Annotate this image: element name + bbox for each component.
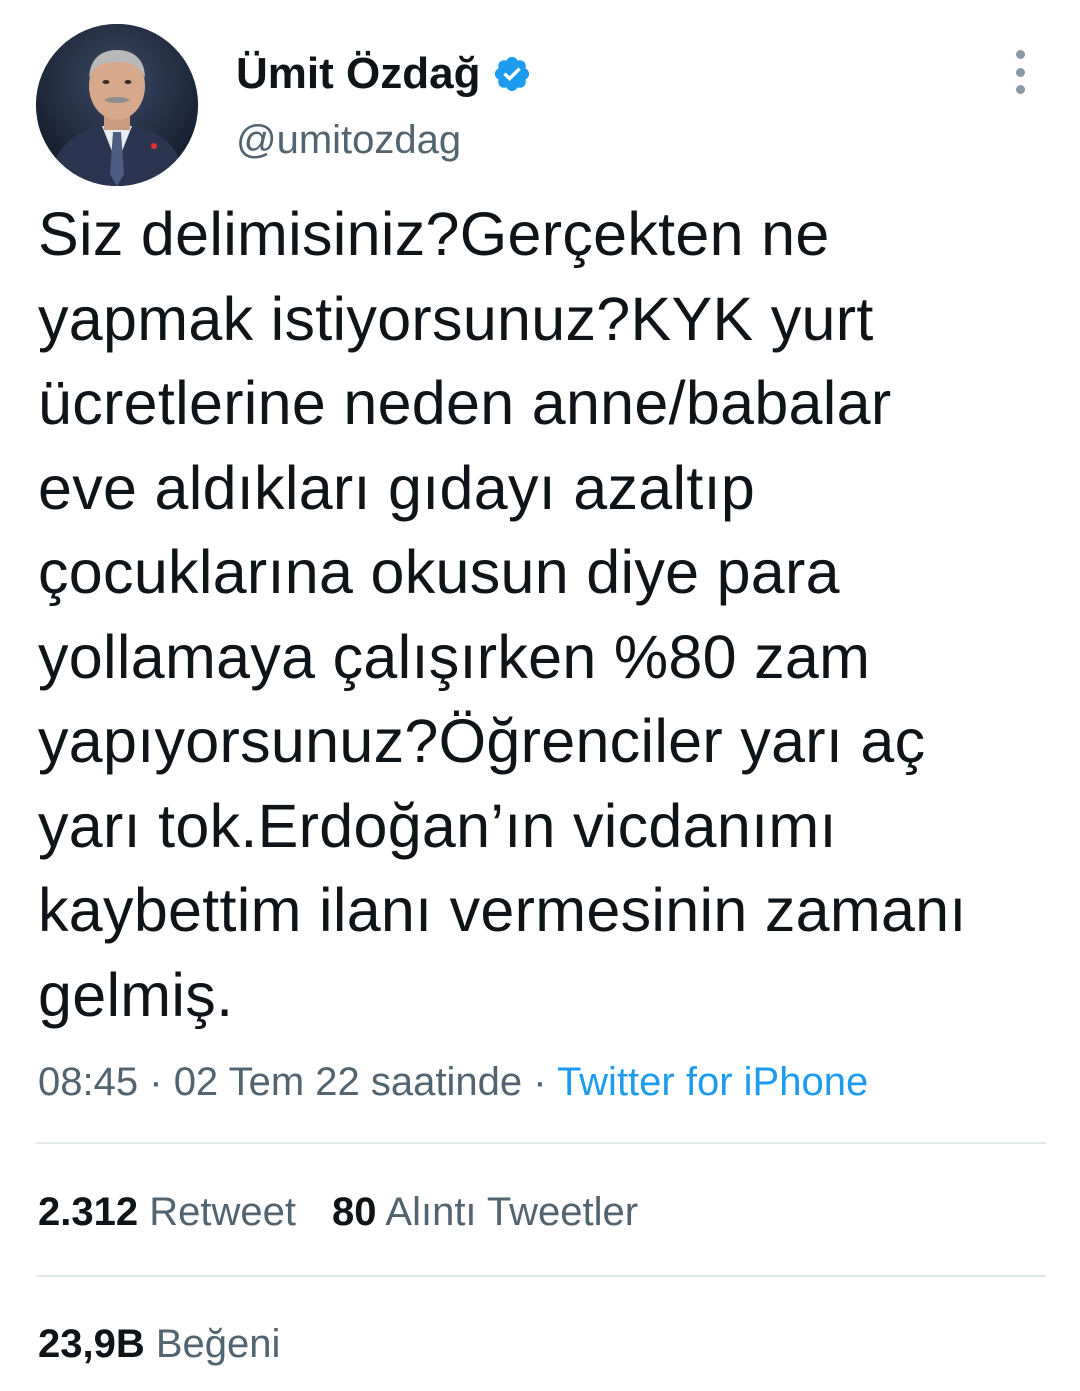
likes-count: 23,9B (38, 1322, 145, 1366)
profile-photo (36, 24, 198, 186)
quotes-label: Alıntı Tweetler (385, 1190, 639, 1234)
tweet-text: Siz delimisiniz?Gerçekten ne yapmak isti… (38, 200, 967, 1029)
more-options-icon[interactable] (1004, 50, 1036, 94)
likes-stats-row: 23,9B Beğeni (38, 1314, 280, 1374)
tweet-meta: 08:45 · 02 Tem 22 saatinde · Twitter for… (38, 1052, 868, 1112)
tweet-detail: Ümit Özdağ @umitozdag Siz delimisiniz?Ge… (0, 0, 1080, 1391)
author-name[interactable]: Ümit Özdağ (236, 44, 480, 104)
author-name-row: Ümit Özdağ (236, 44, 532, 104)
tweet-time[interactable]: 08:45 (38, 1060, 138, 1104)
retweets-count: 2.312 (38, 1190, 139, 1234)
meta-separator: · (533, 1060, 547, 1104)
verified-badge-icon (492, 54, 532, 94)
engagement-stats-row: 2.312 Retweet 80 Alıntı Tweetler (38, 1182, 638, 1242)
quotes-count: 80 (331, 1190, 377, 1234)
divider (36, 1275, 1046, 1277)
quote-tweets-stat[interactable]: 80 Alıntı Tweetler (332, 1190, 638, 1234)
author-handle[interactable]: @umitozdag (236, 114, 532, 166)
meta-separator: · (149, 1060, 163, 1104)
avatar[interactable] (36, 24, 198, 186)
retweets-label: Retweet (149, 1190, 296, 1234)
author-info: Ümit Özdağ @umitozdag (236, 44, 532, 166)
tweet-source-link[interactable]: Twitter for iPhone (557, 1060, 868, 1104)
divider (36, 1142, 1046, 1144)
likes-stat[interactable]: 23,9B Beğeni (38, 1322, 280, 1366)
likes-label: Beğeni (155, 1322, 281, 1366)
tweet-date[interactable]: 02 Tem 22 saatinde (174, 1060, 522, 1104)
retweets-stat[interactable]: 2.312 Retweet (38, 1190, 296, 1234)
